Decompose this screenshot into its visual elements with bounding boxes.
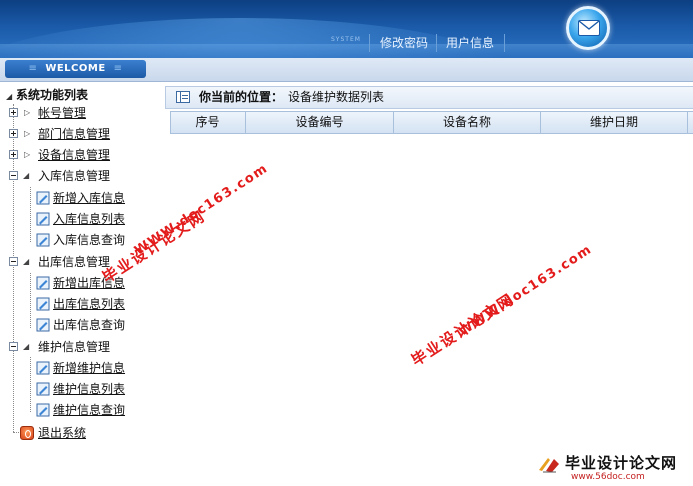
nav-user-info-link[interactable]: 用户信息 [446, 34, 494, 52]
tree-root: ◢ 系统功能列表 [6, 86, 88, 103]
tree-leaf-maintenance-list[interactable]: 维护信息列表 [30, 379, 160, 399]
collapsed-triangle-icon: ▷ [24, 150, 31, 159]
list-window-icon [176, 91, 190, 103]
exit-label[interactable]: 退出系统 [38, 423, 86, 443]
edit-document-icon [36, 318, 50, 332]
tree-leaf-label[interactable]: 维护信息列表 [53, 379, 125, 399]
app-window: SYSTEM 修改密码 用户信息 ≡ WELCOME ≡ ◢ 系统功能列表 ▷ 帐… [0, 0, 693, 486]
power-icon [20, 426, 34, 440]
footer-logo-url: www.56doc.com [571, 472, 645, 482]
column-header-serial[interactable]: 序号 [170, 111, 245, 134]
tree-leaf-maintenance-query[interactable]: 维护信息查询 [30, 400, 160, 420]
edit-document-icon [36, 297, 50, 311]
collapse-minus-icon[interactable] [9, 257, 18, 266]
tree-leaf-label[interactable]: 入库信息列表 [53, 209, 125, 229]
welcome-right-deco: ≡ [113, 63, 123, 74]
welcome-badge: ≡ WELCOME ≡ [5, 60, 146, 78]
tree-group-maintenance[interactable]: ◢ 维护信息管理 [0, 337, 160, 357]
tree-group-label[interactable]: 设备信息管理 [38, 145, 110, 165]
tree-group-label[interactable]: 部门信息管理 [38, 124, 110, 144]
book-logo-icon [539, 458, 559, 473]
collapse-minus-icon[interactable] [9, 171, 18, 180]
system-tag: SYSTEM [331, 36, 361, 43]
tree-leaf-label[interactable]: 维护信息查询 [53, 400, 125, 420]
nav-separator [504, 34, 505, 52]
expanded-triangle-icon: ◢ [23, 171, 30, 180]
nav-change-password-link[interactable]: 修改密码 [380, 34, 428, 52]
tree-leaf-stock-out-list[interactable]: 出库信息列表 [30, 294, 160, 314]
tree-leaf-stock-out-query[interactable]: 出库信息查询 [30, 315, 160, 335]
nav-separator [369, 34, 370, 52]
tree-leaf-new-stock-in[interactable]: 新增入库信息 [30, 188, 160, 208]
edit-document-icon [36, 382, 50, 396]
edit-document-icon [36, 191, 50, 205]
tree-leaf-new-stock-out[interactable]: 新增出库信息 [30, 273, 160, 293]
expand-plus-icon[interactable] [9, 129, 18, 138]
edit-document-icon [36, 276, 50, 290]
tree-group-department[interactable]: ▷ 部门信息管理 [0, 124, 160, 144]
welcome-left-deco: ≡ [28, 63, 38, 74]
column-header-equipment-name[interactable]: 设备名称 [394, 111, 540, 134]
collapsed-triangle-icon: ▷ [24, 129, 31, 138]
tree-group-label[interactable]: 维护信息管理 [38, 337, 110, 357]
expand-plus-icon[interactable] [9, 108, 18, 117]
location-path: 设备维护数据列表 [288, 90, 385, 104]
expand-plus-icon[interactable] [9, 150, 18, 159]
collapse-triangle-icon[interactable]: ◢ [6, 92, 16, 101]
tree-group-label[interactable]: 帐号管理 [38, 103, 86, 123]
edit-document-icon [36, 403, 50, 417]
tree-leaf-label[interactable]: 出库信息查询 [53, 315, 125, 335]
envelope-icon[interactable] [566, 6, 610, 50]
welcome-label: WELCOME [45, 63, 106, 74]
tree-group-stock-in[interactable]: ◢ 入库信息管理 [0, 166, 160, 186]
collapsed-triangle-icon: ▷ [24, 108, 31, 117]
main-panel [165, 84, 693, 486]
tree-leaf-stock-in-list[interactable]: 入库信息列表 [30, 209, 160, 229]
column-header-equipment-id[interactable]: 设备编号 [246, 111, 393, 134]
expanded-triangle-icon: ◢ [23, 342, 30, 351]
location-prefix: 你当前的位置： [199, 90, 284, 104]
tree-leaf-new-maintenance[interactable]: 新增维护信息 [30, 358, 160, 378]
tree-group-label[interactable]: 入库信息管理 [38, 166, 110, 186]
header-banner: SYSTEM 修改密码 用户信息 [0, 0, 693, 58]
tree-leaf-label[interactable]: 新增维护信息 [53, 358, 125, 378]
tree-leaf-label[interactable]: 入库信息查询 [53, 230, 125, 250]
column-divider [687, 112, 688, 133]
edit-document-icon [36, 212, 50, 226]
footer-logo-title: 毕业设计论文网 [565, 454, 678, 472]
tree-group-equipment[interactable]: ▷ 设备信息管理 [0, 145, 160, 165]
expanded-triangle-icon: ◢ [23, 257, 30, 266]
edit-document-icon [36, 361, 50, 375]
tree-leaf-label[interactable]: 新增入库信息 [53, 188, 125, 208]
column-header-maintenance-date[interactable]: 维护日期 [541, 111, 687, 134]
edit-document-icon [36, 233, 50, 247]
tree-root-label: 系统功能列表 [16, 88, 89, 102]
tree-exit-system[interactable]: 退出系统 [0, 423, 160, 443]
tree-leaf-label[interactable]: 出库信息列表 [53, 294, 125, 314]
nav-separator [436, 34, 437, 52]
tree-group-account[interactable]: ▷ 帐号管理 [0, 103, 160, 123]
collapse-minus-icon[interactable] [9, 342, 18, 351]
